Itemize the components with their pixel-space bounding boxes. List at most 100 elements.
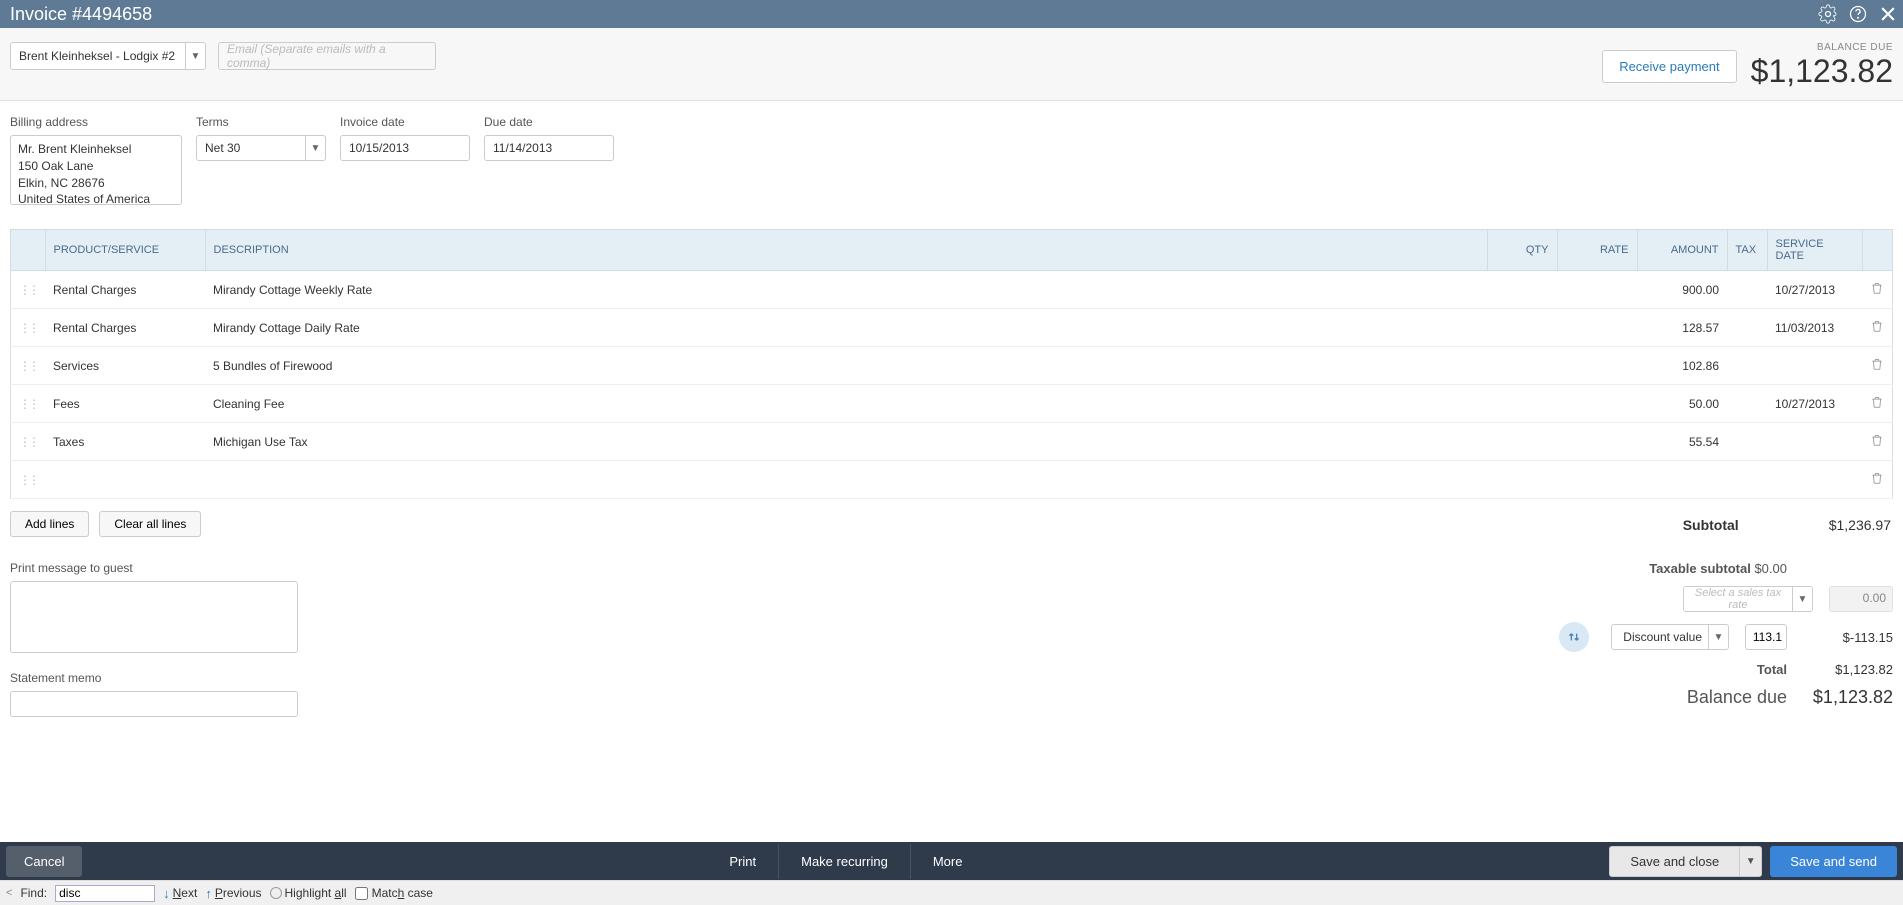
due-date-label: Due date (484, 115, 614, 129)
print-button[interactable]: Print (707, 844, 779, 879)
save-send-button[interactable]: Save and send (1770, 846, 1897, 877)
find-previous-button[interactable]: ↑Previous (205, 886, 261, 901)
table-row[interactable]: Rental ChargesMirandy Cottage Weekly Rat… (11, 271, 1893, 309)
table-row[interactable]: Services5 Bundles of Firewood 102.86 (11, 347, 1893, 385)
clear-lines-button[interactable]: Clear all lines (99, 511, 201, 537)
terms-field: Terms Net 30 ▼ (196, 115, 326, 205)
cell-product[interactable]: Taxes (45, 423, 205, 461)
terms-select[interactable]: Net 30 ▼ (196, 135, 326, 161)
billing-address-field: Billing address Mr. Brent Kleinheksel 15… (10, 115, 182, 205)
cell-product[interactable]: Services (45, 347, 205, 385)
cell-tax[interactable] (1727, 271, 1767, 309)
drag-handle-icon[interactable] (11, 461, 46, 499)
cell-qty[interactable] (1487, 347, 1557, 385)
drag-handle-icon[interactable] (11, 271, 46, 309)
cell-qty[interactable] (1487, 309, 1557, 347)
cell-amount[interactable]: 900.00 (1637, 271, 1727, 309)
footer-right: Save and close ▼ Save and send (1609, 846, 1897, 877)
chevron-down-icon[interactable]: ▼ (305, 136, 325, 160)
due-date-input[interactable]: 11/14/2013 (484, 135, 614, 161)
cell-tax[interactable] (1727, 309, 1767, 347)
cell-service-date[interactable] (1767, 423, 1862, 461)
cell-qty[interactable] (1487, 385, 1557, 423)
cell-rate[interactable] (1557, 347, 1637, 385)
subtotal-label: Subtotal (1683, 517, 1739, 533)
cell-service-date[interactable]: 10/27/2013 (1767, 385, 1862, 423)
invoice-date-input[interactable]: 10/15/2013 (340, 135, 470, 161)
drag-handle-icon[interactable] (11, 423, 46, 461)
cell-product[interactable]: Fees (45, 385, 205, 423)
chevron-down-icon[interactable]: ▼ (1708, 625, 1728, 649)
delete-row-icon[interactable] (1862, 461, 1893, 499)
highlight-all-button[interactable]: Highlight all (270, 886, 347, 900)
tax-column: TAX (1727, 230, 1767, 271)
billing-address-input[interactable]: Mr. Brent Kleinheksel 150 Oak Lane Elkin… (10, 135, 182, 205)
chevron-down-icon[interactable]: ▼ (185, 43, 205, 69)
cell-amount[interactable]: 50.00 (1637, 385, 1727, 423)
cell-tax[interactable] (1727, 385, 1767, 423)
cell-qty[interactable] (1487, 423, 1557, 461)
cell-qty[interactable] (1487, 271, 1557, 309)
totals-area: Taxable subtotal $0.00 Select a sales ta… (1559, 561, 1893, 718)
total-value: $1,123.82 (1803, 662, 1893, 677)
more-button[interactable]: More (911, 844, 985, 879)
balance-due-value: $1,123.82 (1803, 687, 1893, 708)
make-recurring-button[interactable]: Make recurring (779, 844, 911, 879)
cell-rate[interactable] (1557, 385, 1637, 423)
delete-row-icon[interactable] (1862, 385, 1893, 423)
print-message-input[interactable] (10, 581, 298, 653)
subtotal-row: Subtotal $1,236.97 (1683, 517, 1893, 533)
drag-handle-icon[interactable] (11, 309, 46, 347)
chevron-down-icon[interactable]: ▼ (1739, 847, 1761, 876)
discount-input[interactable] (1745, 624, 1787, 650)
cell-service-date[interactable]: 10/27/2013 (1767, 271, 1862, 309)
swap-icon[interactable] (1559, 622, 1589, 652)
cell-description[interactable]: Mirandy Cottage Weekly Rate (205, 271, 1487, 309)
drag-handle-icon[interactable] (11, 385, 46, 423)
cell-amount[interactable]: 102.86 (1637, 347, 1727, 385)
help-icon[interactable] (1843, 0, 1873, 28)
table-row[interactable]: TaxesMichigan Use Tax 55.54 (11, 423, 1893, 461)
tax-rate-select[interactable]: Select a sales tax rate ▼ (1683, 586, 1813, 612)
cell-rate[interactable] (1557, 271, 1637, 309)
gear-icon[interactable] (1813, 0, 1843, 28)
add-lines-button[interactable]: Add lines (10, 511, 89, 537)
cell-rate[interactable] (1557, 423, 1637, 461)
delete-row-icon[interactable] (1862, 347, 1893, 385)
cell-description[interactable]: Cleaning Fee (205, 385, 1487, 423)
cell-product[interactable]: Rental Charges (45, 271, 205, 309)
delete-row-icon[interactable] (1862, 309, 1893, 347)
email-input[interactable]: Email (Separate emails with a comma) (218, 42, 436, 70)
table-row-empty[interactable] (11, 461, 1893, 499)
find-next-button[interactable]: ↓Next (163, 886, 197, 901)
table-row[interactable]: FeesCleaning Fee 50.00 10/27/2013 (11, 385, 1893, 423)
statement-memo-input[interactable] (10, 691, 298, 717)
cell-tax[interactable] (1727, 347, 1767, 385)
customer-select[interactable]: Brent Kleinheksel - Lodgix #2 ▼ (10, 42, 206, 70)
cell-tax[interactable] (1727, 423, 1767, 461)
discount-type-select[interactable]: Discount value ▼ (1611, 624, 1729, 650)
cell-description[interactable]: Michigan Use Tax (205, 423, 1487, 461)
cell-description[interactable]: Mirandy Cottage Daily Rate (205, 309, 1487, 347)
cell-description[interactable]: 5 Bundles of Firewood (205, 347, 1487, 385)
match-case-checkbox[interactable]: Match case (355, 886, 433, 900)
find-input[interactable] (55, 885, 155, 902)
chevron-down-icon[interactable]: ▼ (1792, 587, 1812, 611)
balance-due-label: BALANCE DUE (1751, 42, 1893, 53)
find-collapse-icon[interactable]: < (6, 887, 12, 899)
delete-row-icon[interactable] (1862, 423, 1893, 461)
cell-amount[interactable]: 55.54 (1637, 423, 1727, 461)
delete-row-icon[interactable] (1862, 271, 1893, 309)
drag-handle-icon[interactable] (11, 347, 46, 385)
cell-service-date[interactable] (1767, 347, 1862, 385)
cell-service-date[interactable]: 11/03/2013 (1767, 309, 1862, 347)
receive-payment-button[interactable]: Receive payment (1602, 50, 1736, 83)
save-close-button[interactable]: Save and close ▼ (1609, 846, 1762, 877)
cell-rate[interactable] (1557, 309, 1637, 347)
cell-product[interactable]: Rental Charges (45, 309, 205, 347)
page-title: Invoice #4494658 (10, 4, 152, 25)
table-row[interactable]: Rental ChargesMirandy Cottage Daily Rate… (11, 309, 1893, 347)
cell-amount[interactable]: 128.57 (1637, 309, 1727, 347)
cancel-button[interactable]: Cancel (6, 846, 82, 877)
close-icon[interactable] (1873, 0, 1903, 28)
